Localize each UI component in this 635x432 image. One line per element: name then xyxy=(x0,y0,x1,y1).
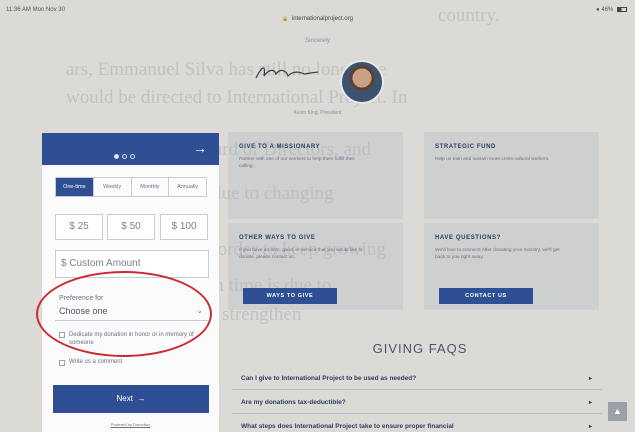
amount-25-button[interactable]: $ 25 xyxy=(55,214,103,240)
chevron-right-icon: ▸ xyxy=(588,400,592,406)
faq-title: GIVING FAQS xyxy=(372,341,468,356)
card-text: We'd love to connect! After donating you… xyxy=(435,248,560,260)
faq-question: What steps does International Project ta… xyxy=(241,423,454,430)
tab-weekly[interactable]: Weekly xyxy=(94,178,132,196)
tab-annually[interactable]: Annually xyxy=(169,178,206,196)
card-title: HAVE QUESTIONS? xyxy=(435,235,501,241)
card-other-ways: OTHER WAYS TO GIVE If you have an item, … xyxy=(228,223,403,310)
donation-widget: → One-time Weekly Monthly Annually xyxy=(42,133,219,432)
card-text: Help us train and sustain more cross-cul… xyxy=(435,157,550,162)
card-title: STRATEGIC FUND xyxy=(435,144,496,150)
signature xyxy=(255,67,319,79)
card-have-questions: HAVE QUESTIONS? We'd love to connect! Af… xyxy=(424,223,599,310)
step-dot xyxy=(122,154,127,159)
faq-item[interactable]: What steps does International Project ta… xyxy=(232,416,602,432)
amount-100-button[interactable]: $ 100 xyxy=(160,214,208,240)
signer-name: Kevin King, President xyxy=(293,110,342,116)
avatar xyxy=(340,60,384,104)
arrow-up-icon: ▲ xyxy=(613,406,622,416)
card-title: GIVE TO A MISSIONARY xyxy=(239,144,321,150)
chevron-right-icon: ▸ xyxy=(588,424,592,430)
chevron-right-icon: ▸ xyxy=(588,376,592,382)
step-dot xyxy=(114,154,119,159)
frequency-tabs: One-time Weekly Monthly Annually xyxy=(55,177,207,197)
faq-question: Are my donations tax-deductible? xyxy=(241,399,346,406)
widget-header: → xyxy=(42,133,219,165)
ways-to-give-button[interactable]: WAYS TO GIVE xyxy=(243,288,337,304)
card-give-to-missionary[interactable]: GIVE TO A MISSIONARY Partner with one of… xyxy=(228,132,403,219)
card-strategic-fund[interactable]: STRATEGIC FUND Help us train and sustain… xyxy=(424,132,599,219)
tab-one-time[interactable]: One-time xyxy=(56,178,94,196)
step-dot xyxy=(130,154,135,159)
card-text: If you have an item, good, or service th… xyxy=(239,248,363,260)
arrow-right-icon[interactable]: → xyxy=(193,140,207,156)
sincerely-text: Sincerely xyxy=(305,38,330,44)
card-text: Partner with one of our workers to help … xyxy=(239,157,355,169)
scroll-top-button[interactable]: ▲ xyxy=(608,402,627,421)
card-title: OTHER WAYS TO GIVE xyxy=(239,235,316,241)
faq-item[interactable]: Are my donations tax-deductible? ▸ xyxy=(232,392,602,414)
faq-question: Can I give to International Project to b… xyxy=(241,375,417,382)
amount-50-button[interactable]: $ 50 xyxy=(107,214,155,240)
step-indicator xyxy=(114,146,138,164)
letter-line: ars, Emmanuel Silva has still no longer … xyxy=(66,59,387,80)
faq-item[interactable]: Can I give to International Project to b… xyxy=(232,368,602,390)
letter-line: country. xyxy=(438,5,500,26)
tab-monthly[interactable]: Monthly xyxy=(132,178,170,196)
contact-us-button[interactable]: CONTACT US xyxy=(439,288,533,304)
